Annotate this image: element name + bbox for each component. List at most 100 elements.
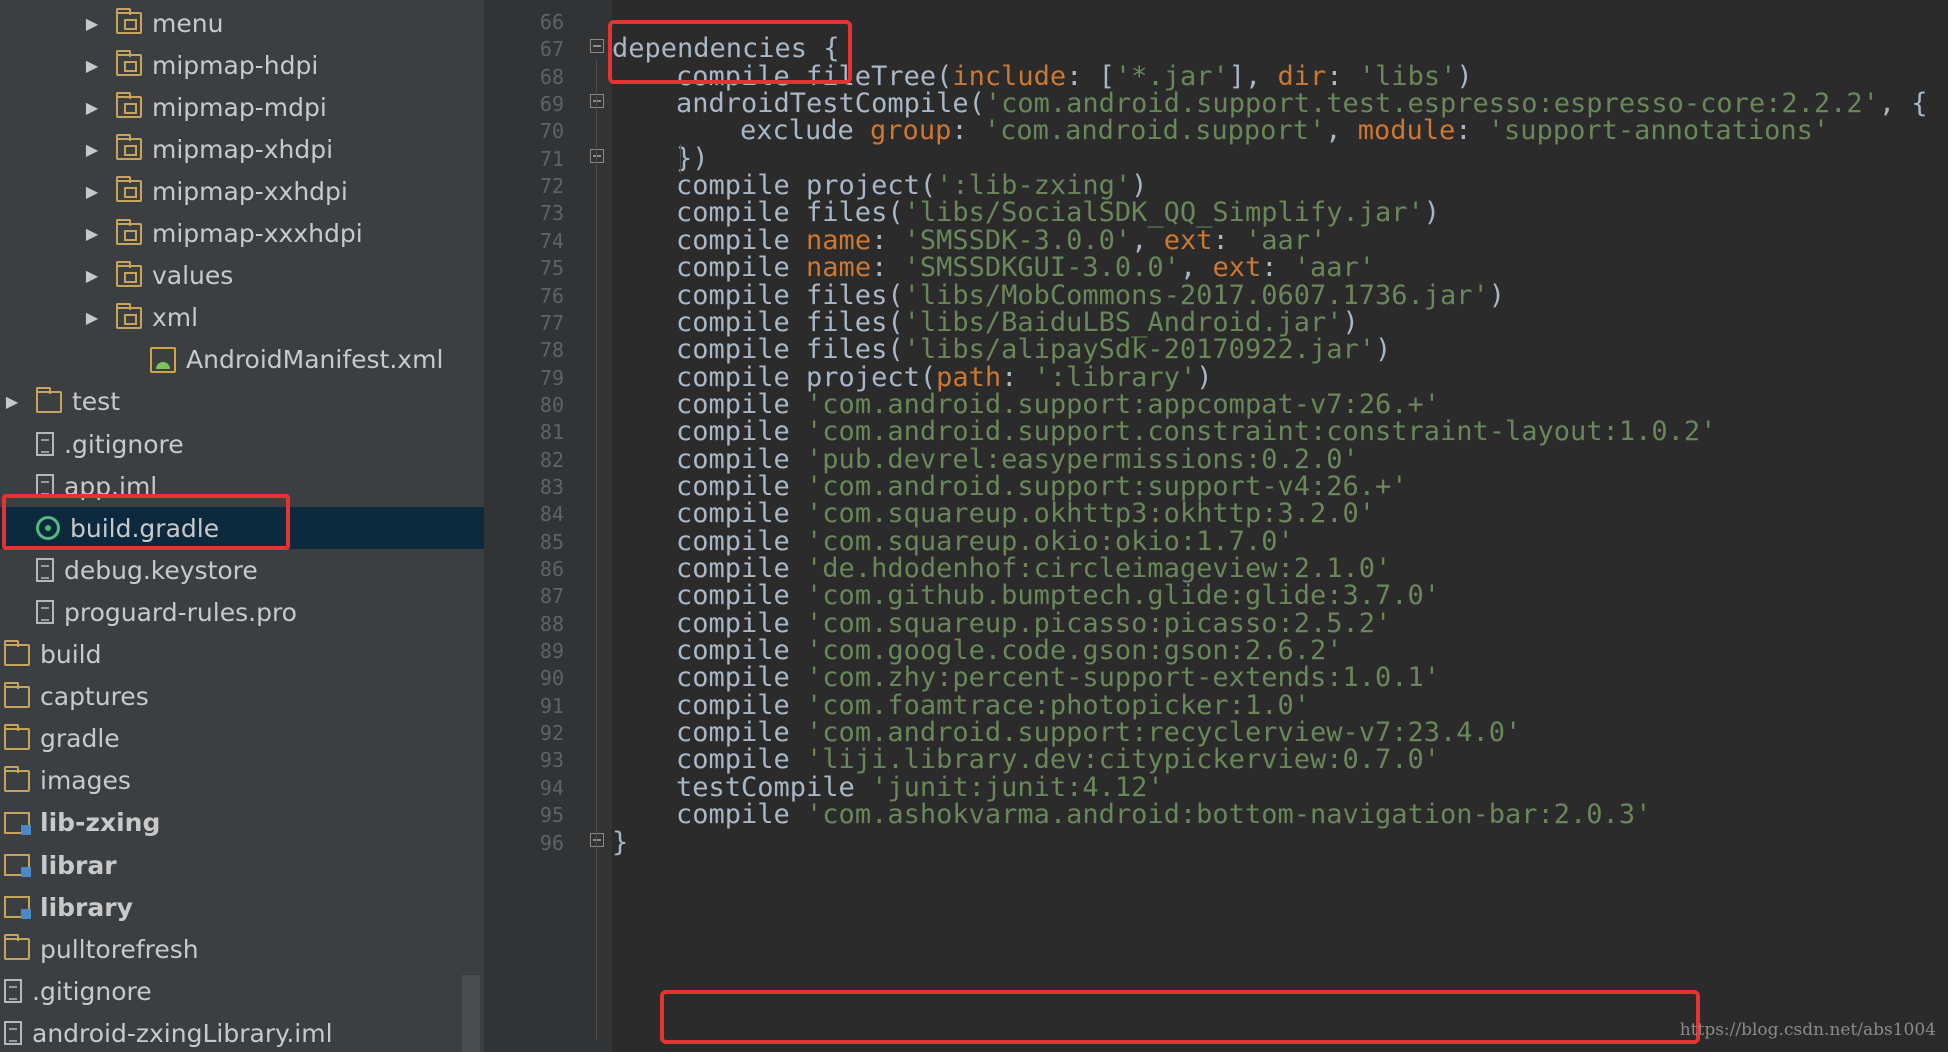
code-token: } — [612, 826, 629, 858]
string-literal: 'support-annotations' — [1487, 115, 1830, 147]
module-icon — [4, 896, 31, 920]
tree-item-gitignore[interactable]: .gitignore — [0, 423, 484, 465]
file-icon — [4, 1021, 22, 1046]
code-token: exclude — [740, 115, 871, 147]
tree-item-menu[interactable]: ▶ menu — [0, 2, 484, 44]
tree-item-androidmanifest-xml[interactable]: AndroidManifest.xml — [0, 339, 484, 381]
tree-item-label: proguard-rules.pro — [64, 597, 297, 627]
indent-guide — [680, 144, 681, 174]
tree-item-label: mipmap-xhdpi — [152, 134, 334, 164]
file-icon — [36, 600, 54, 625]
tree-scrollbar[interactable] — [462, 975, 480, 1052]
expand-arrow-icon[interactable]: ▶ — [82, 98, 102, 117]
code-token: compile — [676, 799, 807, 831]
tree-item-gradle[interactable]: gradle — [0, 718, 484, 760]
tree-item-values[interactable]: ▶ values — [0, 255, 484, 297]
code-token: , { — [1878, 88, 1928, 120]
tree-item-images[interactable]: images — [0, 760, 484, 802]
folder-icon — [4, 681, 30, 708]
tree-item-label: .gitignore — [32, 976, 152, 1006]
dependencies-highlight-box — [608, 20, 852, 84]
expand-arrow-icon[interactable]: ▶ — [82, 56, 102, 75]
expand-arrow-icon[interactable]: ▶ — [82, 140, 102, 159]
code-line[interactable]: } — [612, 826, 628, 860]
code-token: ) — [1423, 197, 1441, 229]
tree-item-captures[interactable]: captures — [0, 676, 484, 718]
expand-arrow-icon[interactable]: ▶ — [82, 308, 102, 327]
tree-item-label: mipmap-xxhdpi — [152, 176, 348, 206]
tree-item-lib-zxing[interactable]: lib-zxing — [0, 802, 484, 844]
editor-gutter: 66 67 68 69 70 71 72 73 74 75 76 77 78 79 80 81 82 83 84 85… — [484, 0, 612, 1052]
manifest-icon — [150, 346, 176, 373]
tree-item-proguard-rules-pro[interactable]: proguard-rules.pro — [0, 591, 484, 633]
tree-item-build[interactable]: build — [0, 634, 484, 676]
tree-item-library[interactable]: library — [0, 886, 484, 928]
file-icon — [36, 432, 54, 456]
tree-item-xml[interactable]: ▶ xml — [0, 297, 484, 339]
project-tree-panel: ▶ menu ▶ mipmap-hdpi ▶ mipmap-mdpi ▶ mipmap-xhd… — [0, 0, 484, 1052]
tree-item-label: android-zxingLibrary.iml — [32, 1018, 333, 1048]
tree-item-android-zxinglibrary-iml[interactable]: android-zxingLibrary.iml — [0, 1012, 484, 1052]
tree-item-mipmap-xxhdpi[interactable]: ▶ mipmap-xxhdpi — [0, 170, 484, 212]
code-token: ) — [1374, 334, 1392, 366]
tree-item-debug-keystore[interactable]: debug.keystore — [0, 549, 484, 591]
res-folder-icon — [116, 260, 142, 287]
res-folder-icon — [116, 302, 142, 329]
tree-item-label: captures — [40, 682, 149, 712]
fold-marker-icon[interactable] — [590, 94, 604, 109]
tree-item-mipmap-xhdpi[interactable]: ▶ mipmap-xhdpi — [0, 128, 484, 170]
expand-arrow-icon[interactable]: ▶ — [2, 392, 22, 411]
module-icon — [4, 854, 31, 877]
bottom-navigation-bar-highlight-box — [660, 990, 1700, 1044]
fold-guide-line — [596, 60, 597, 1040]
expand-arrow-icon[interactable]: ▶ — [82, 14, 102, 33]
watermark: https://blog.csdn.net/abs1004 — [1679, 1020, 1936, 1040]
tree-item-label: build — [40, 640, 102, 669]
fold-marker-icon[interactable] — [590, 39, 604, 54]
tree-item-label: library — [40, 892, 133, 922]
tree-item-label: test — [72, 387, 121, 417]
tree-item-label: debug.keystore — [64, 555, 258, 585]
string-literal: 'com.android.support' — [983, 115, 1326, 147]
tree-item-librar[interactable]: librar — [0, 844, 484, 886]
code-line[interactable]: compile 'com.ashokvarma.android:bottom-n… — [676, 798, 1651, 832]
expand-arrow-icon[interactable]: ▶ — [82, 224, 102, 243]
tree-item-label: values — [152, 261, 234, 291]
folder-icon — [4, 934, 30, 961]
res-folder-icon — [116, 50, 142, 77]
fold-marker-icon[interactable] — [590, 832, 604, 847]
expand-arrow-icon[interactable]: ▶ — [82, 182, 102, 201]
tree-item-label: mipmap-hdpi — [152, 50, 319, 80]
tree-item-label: AndroidManifest.xml — [186, 345, 444, 375]
tree-item-label: images — [40, 766, 131, 796]
tree-item-label: menu — [152, 8, 224, 38]
res-folder-icon — [116, 92, 142, 119]
tree-item-gitignore[interactable]: .gitignore — [0, 970, 484, 1012]
code-token: ) — [1488, 279, 1506, 311]
folder-icon — [4, 639, 30, 666]
tree-item-label: mipmap-mdpi — [152, 92, 327, 122]
line-number: 96 — [539, 830, 564, 855]
code-line[interactable]: exclude group: 'com.android.support', mo… — [740, 114, 1829, 148]
module-icon — [4, 811, 31, 835]
named-argument: group — [870, 115, 952, 147]
named-argument: module — [1357, 115, 1456, 147]
folder-icon — [36, 386, 62, 413]
tree-item-test[interactable]: ▶ test — [0, 381, 484, 423]
tree-item-mipmap-xxxhdpi[interactable]: ▶ mipmap-xxxhdpi — [0, 213, 484, 255]
expand-arrow-icon[interactable]: ▶ — [82, 266, 102, 285]
tree-item-mipmap-hdpi[interactable]: ▶ mipmap-hdpi — [0, 44, 484, 86]
tree-item-label: lib-zxing — [40, 808, 161, 838]
tree-item-mipmap-mdpi[interactable]: ▶ mipmap-mdpi — [0, 86, 484, 128]
build-gradle-highlight-box — [2, 494, 290, 550]
file-icon — [36, 558, 54, 583]
tree-item-label: pulltorefresh — [40, 934, 199, 964]
fold-marker-icon[interactable] — [590, 148, 604, 163]
tree-item-label: librar — [40, 850, 117, 880]
code-token: , — [1325, 115, 1358, 147]
tree-item-pulltorefresh[interactable]: pulltorefresh — [0, 928, 484, 970]
folder-icon — [4, 723, 30, 750]
folder-icon — [4, 765, 30, 792]
code-editor[interactable]: dependencies {compile fileTree(include: … — [612, 0, 1948, 1052]
tree-item-label: mipmap-xxxhdpi — [152, 219, 363, 248]
